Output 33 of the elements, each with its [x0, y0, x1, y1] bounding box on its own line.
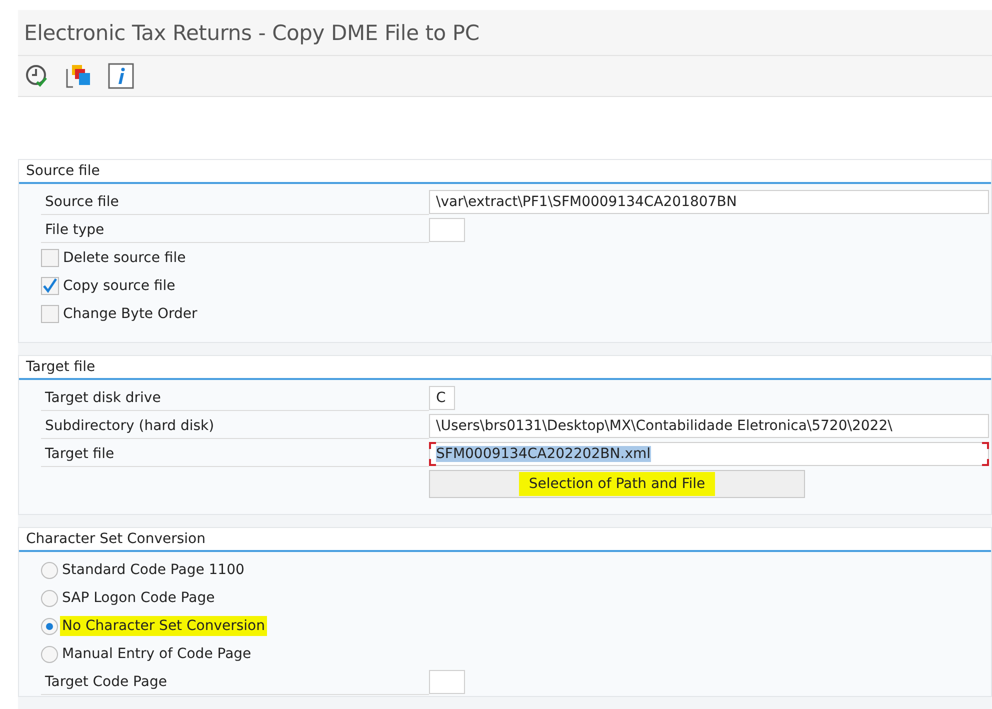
field-label: File type: [41, 217, 429, 243]
input-field[interactable]: [429, 670, 465, 694]
input-field[interactable]: \Users\brs0131\Desktop\MX\Contabilidade Eletronica\5720\2022\: [429, 414, 989, 438]
checkbox[interactable]: [41, 305, 59, 323]
clock-check-icon[interactable]: [24, 63, 50, 90]
group-title: Target file: [26, 359, 96, 375]
checkbox-label: Delete source file: [62, 249, 187, 268]
radio-button[interactable]: [41, 562, 58, 578]
radio-button[interactable]: [41, 618, 58, 634]
field-label: Target file: [41, 441, 429, 467]
field-label: Subdirectory (hard disk): [41, 413, 429, 439]
input-field[interactable]: [429, 218, 465, 242]
info-icon[interactable]: [108, 63, 134, 90]
input-field[interactable]: SFM0009134CA202202BN.xml: [429, 442, 989, 466]
input-field[interactable]: \var\extract\PF1\SFM0009134CA201807BN: [429, 190, 989, 214]
selection-button[interactable]: Selection of Path and File: [429, 470, 805, 498]
window-title: Electronic Tax Returns - Copy DME File to PC: [24, 20, 480, 45]
group-title: Character Set Conversion: [26, 531, 206, 547]
input-field[interactable]: C: [429, 386, 455, 410]
group-title: Source file: [26, 163, 100, 179]
checkbox[interactable]: [41, 277, 59, 295]
field-label: Target disk drive: [41, 385, 429, 411]
field-label: Source file: [41, 189, 429, 215]
radio-label: Standard Code Page 1100: [61, 561, 246, 580]
radio-label: Manual Entry of Code Page: [61, 645, 252, 664]
radio-button[interactable]: [41, 590, 58, 606]
radio-label: No Character Set Conversion: [60, 616, 267, 636]
checkbox[interactable]: [41, 249, 59, 267]
checkbox-label: Change Byte Order: [62, 305, 198, 324]
radio-label: SAP Logon Code Page: [61, 589, 216, 608]
field-label: Target Code Page: [41, 669, 429, 695]
radio-button[interactable]: [41, 646, 58, 662]
checkbox-label: Copy source file: [62, 277, 176, 296]
